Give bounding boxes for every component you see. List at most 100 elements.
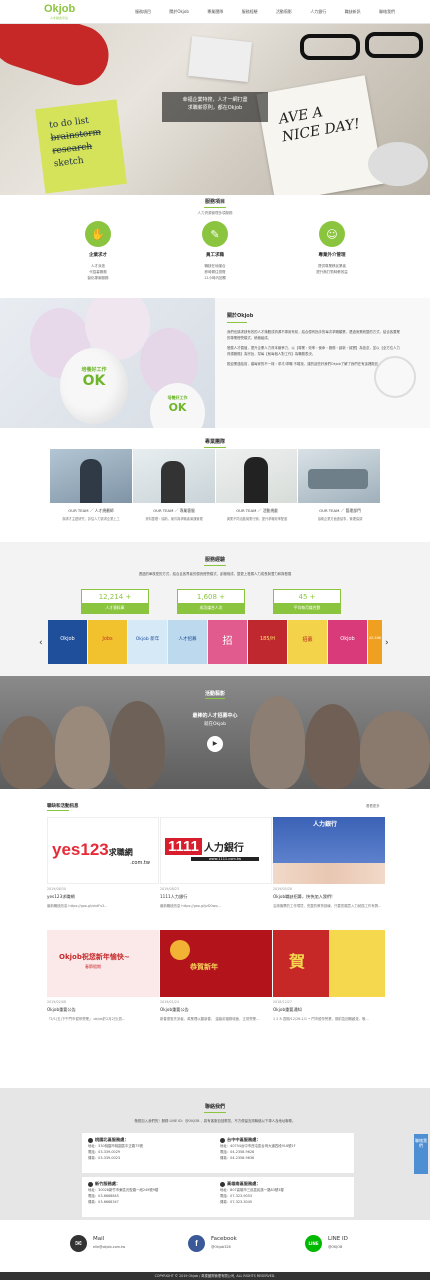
news-card[interactable]: Okjob祝您新年愉快~ 春節假期 2019/02/08 Okjob重要公告 「… [47,930,159,1021]
news-card[interactable]: 賀 2018/12/27 Okjob重要通知 1 2 8 週期/12/26-1/… [273,930,385,1021]
thumb-text: Okjob [340,636,355,642]
news-card-title: Okjob重要公告 [160,1007,189,1012]
mail-icon[interactable]: ✉ [70,1235,87,1252]
location-pin-icon [88,1181,93,1187]
nav-item-about[interactable]: 關於Okjob [169,9,189,15]
balloon-ok: OK [82,373,106,389]
play-icon[interactable]: ▶ [207,736,223,752]
service-title: 企業求才 [89,253,107,258]
news-image: 恭賀新年 [160,930,272,997]
brand-text: Okjob祝您新年愉快~ [59,953,130,961]
okjob-logo[interactable]: Okjob [44,3,75,15]
logo-slogan: 人才媒合平台 [50,16,69,20]
team-header: 專業團隊 [0,438,430,448]
experience-thumb[interactable]: 人才招募 [168,620,207,664]
experience-thumb[interactable]: 招募 [288,620,327,664]
news-card[interactable]: 恭賀新年 2019/01/24 Okjob重要公告 新春優惠先到者，萬業理以翻新… [160,930,272,1021]
nav-item-services[interactable]: 服務項目 [135,9,151,15]
thumb-text: 人才招募 [178,637,197,642]
video-title: 活動翦影 [204,691,225,697]
experience-thumb[interactable]: Okjob [328,620,367,664]
experience-thumb[interactable]: 招 [208,620,247,664]
nav-item-team[interactable]: 專業團隊 [207,9,223,15]
line-value[interactable]: @OKJOB [328,1245,342,1249]
experience-thumb[interactable]: Jobs [88,620,127,664]
activity-video[interactable]: 活動翦影 最棒的人才招募中心 就在Okjob ▶ [0,676,430,789]
experience-thumb[interactable]: 42-50K [368,620,382,664]
service-desc: 職缺在地媒合 即時嚮往瀏覽 12小時內回覆 [175,263,255,281]
balloon-text: 培養好工作 [167,395,188,400]
service-item-3[interactable]: ☺ 專業外介管理 提供專業移民業者 提升無打勤時薪效益 [292,221,372,275]
team-member-desc: 資料整理・協助，案件與求職者溝通管理 [145,517,203,521]
contact-header: 聯絡我們 敬歡加入我們的！服務 LINE ID：@OKJOB ，將有客服自回覆您… [0,1103,430,1124]
glasses-left [300,34,360,60]
balloon-white: 培養好工作 OK [150,383,205,428]
nav-item-activities[interactable]: 活動翦影 [276,9,292,15]
carousel-prev-button[interactable]: ‹ [39,638,43,648]
team-member-label: OUR TEAM ／ 專業客服 [153,508,195,513]
stat-number: 45 + [298,593,316,601]
hero-caption: 幸福企業特搜，人才一網打盡 求職薪原則，都在Okjob [162,92,268,122]
thumb-text: 42-50K [368,636,382,640]
brand-text: www.1111.com.tw [191,857,259,861]
team-member-label: OUR TEAM ／ 人才規劃師 [68,508,114,513]
stat-label: 人才資料庫 [82,603,148,613]
team-photo-events [215,449,298,503]
nav-item-experience[interactable]: 服務經驗 [242,9,258,15]
thumb-text: Okjob 新年 [135,637,160,642]
team-member-label: OUR TEAM ／ 活動規畫 [236,508,278,513]
notepad [188,35,252,83]
news-date: 2019/02/08 [47,1000,67,1004]
video-caption-2: 就在Okjob [203,722,226,727]
title-underline [205,698,225,699]
office-name: 台中中區服務處： [227,1137,261,1142]
news-card-title: Okjob重要公告 [47,1007,76,1012]
carousel-next-button[interactable]: › [385,638,389,648]
news-card-title: Okjob職缺招募，快快加入我們! [273,894,333,899]
news-card[interactable]: 人力銀行 2019/05/28 Okjob職缺招募，快快加入我們! 洽詢機票的工… [273,817,385,908]
experience-thumb[interactable]: Okjob 新年 [128,620,167,664]
nav-item-news[interactable]: 職缺新訊 [345,9,361,15]
brand-text: 1111 [165,838,202,855]
service-item-1[interactable]: ✋ 企業求才 人才派遣 代招募服務 製化專案服務 [58,221,138,281]
location-pin-icon [220,1181,225,1187]
facebook-value[interactable]: @Okjob326 [211,1245,231,1249]
team-member-4: OUR TEAM ／ 管理部門 協助企業方面連結事，管理協調 [299,508,381,522]
service-desc: 人才派遣 代招募服務 製化專案服務 [58,263,138,281]
services-title: 服務項目 [204,199,225,205]
stat-talent-pool: 12,214 + 人才資料庫 [81,589,149,614]
person-figure [160,461,185,503]
news-more-link[interactable]: 看看更多 [366,803,380,808]
team-member-3: OUR TEAM ／ 活動規畫 與業不同活動與業行銷，提升求職效率配套 [216,508,298,522]
nav-item-jobbank[interactable]: 人力銀行 [310,9,326,15]
service-desc-line: 製化專案服務 [87,276,109,280]
stat-monthly: 45 + 平均每月媒合數 [273,589,341,614]
service-title: 專業外介管理 [318,253,346,258]
service-desc-line: 提升無打勤時薪效益 [316,270,348,274]
mail-value[interactable]: elle@okjob.com.tw [93,1245,125,1249]
news-card-title: 1111人力銀行 [160,894,188,899]
office-fax: 傳真：07-323-3045 [220,1200,253,1204]
team-photo-management [298,449,380,503]
news-card[interactable]: 1111 人力銀行 www.1111.com.tw 2019/08/23 1111… [160,817,272,908]
line-icon[interactable]: LINE [305,1235,322,1252]
title-underline [227,322,247,323]
line-label: LINE ID [328,1236,348,1242]
title-underline [204,207,226,208]
crumpled-paper [368,142,428,186]
news-card-desc: 「2/1(五)下午門市暫停營業」 okjob於2月2日(週... [47,1017,126,1021]
facebook-icon[interactable]: f [188,1235,205,1252]
logo-text: Okjob [44,3,76,15]
balloons-image: 培養好工作 OK 培養好工作 OK [0,298,215,428]
service-item-2[interactable]: ✎ 員工求職 職缺在地媒合 即時嚮往瀏覽 12小時內回覆 [175,221,255,281]
nav-item-contact[interactable]: 聯絡我們 [379,9,395,15]
team-photo-planner [50,449,132,503]
news-image: 1111 人力銀行 www.1111.com.tw [160,817,272,884]
experience-thumb[interactable]: Okjob [48,620,87,664]
news-date: 2019/08/30 [47,887,67,891]
news-card[interactable]: yes123求職網 .com.tw 2019/08/30 yes123求職網 最… [47,817,159,908]
floating-contact-button[interactable]: 聯絡我們 [414,1134,428,1174]
title-underline [204,447,226,448]
experience-thumb[interactable]: 185/H [248,620,287,664]
contact-title: 聯絡我們 [204,1104,225,1110]
